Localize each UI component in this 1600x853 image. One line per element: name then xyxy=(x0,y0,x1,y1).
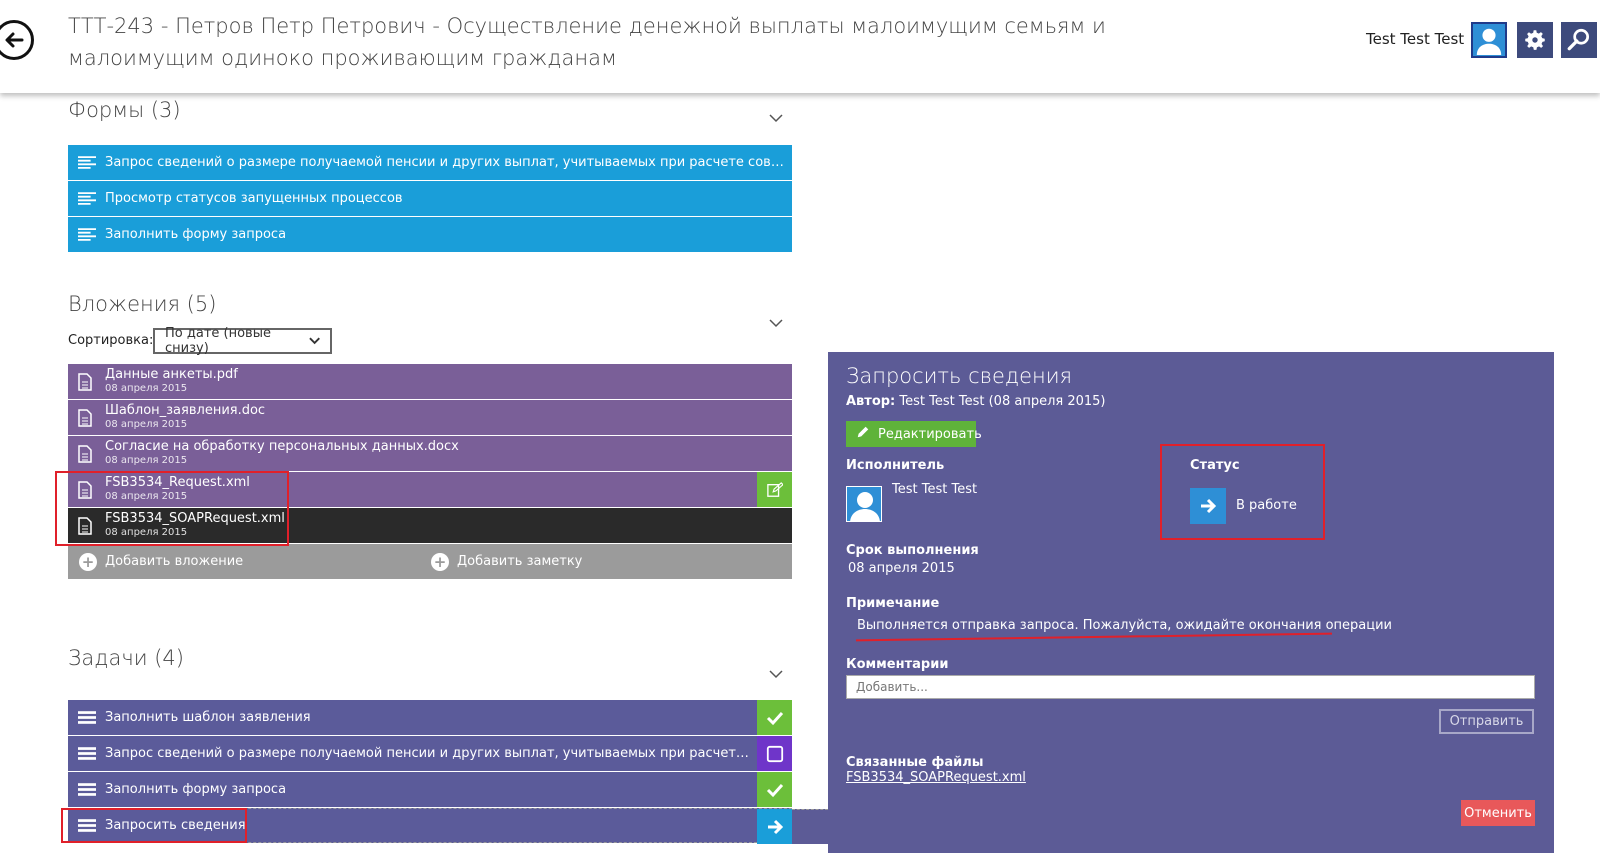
annotation-box xyxy=(1160,444,1325,540)
gear-icon[interactable] xyxy=(1517,22,1553,58)
document-icon xyxy=(78,444,98,463)
edit-button-label: Редактировать xyxy=(878,426,982,442)
note-label: Примечание xyxy=(846,596,940,611)
comments-label: Комментарии xyxy=(846,657,949,672)
plus-circle-icon: + xyxy=(79,552,97,571)
forms-section-title: Формы (3) xyxy=(68,98,181,122)
edit-button[interactable]: Редактировать xyxy=(846,421,982,447)
attachments-collapse-chevron-icon[interactable] xyxy=(768,315,784,331)
attachment-date: 08 апреля 2015 xyxy=(105,454,188,466)
document-icon xyxy=(78,372,98,391)
user-name: Test Test Test xyxy=(1366,30,1465,48)
add-note-button[interactable]: + Добавить заметку xyxy=(431,552,583,571)
form-item[interactable]: Просмотр статусов запущенных процессов xyxy=(68,181,792,216)
task-label: Заполнить шаблон заявления xyxy=(105,710,311,725)
due-date-label: Срок выполнения xyxy=(846,543,979,558)
add-attachment-label: Добавить вложение xyxy=(105,554,244,569)
author-label: Автор: xyxy=(846,394,896,409)
search-icon[interactable] xyxy=(1561,22,1597,58)
task-item[interactable]: Запрос сведений о размере получаемой пен… xyxy=(68,736,792,771)
note-value: Выполняется отправка запроса. Пожалуйста… xyxy=(857,618,1393,633)
task-list-icon xyxy=(78,711,98,724)
task-item[interactable]: Заполнить форму запроса xyxy=(68,772,792,807)
panel-title: Запросить сведения xyxy=(846,364,1072,388)
form-item-label: Запрос сведений о размере получаемой пен… xyxy=(105,155,792,170)
edit-attachment-icon[interactable] xyxy=(757,472,792,507)
executor-avatar-icon xyxy=(846,486,882,522)
form-item-label: Просмотр статусов запущенных процессов xyxy=(105,191,403,206)
task-item[interactable]: Заполнить шаблон заявления xyxy=(68,700,792,735)
task-label: Запрос сведений о размере получаемой пен… xyxy=(105,746,792,761)
comment-input[interactable]: Добавить... xyxy=(846,675,1535,699)
send-button[interactable]: Отправить xyxy=(1439,709,1534,734)
add-note-label: Добавить заметку xyxy=(457,554,583,569)
checkmark-icon[interactable] xyxy=(757,700,792,735)
list-lines-icon xyxy=(78,192,98,205)
page-title: ТТТ-243 - Петров Петр Петрович - Осущест… xyxy=(68,14,1106,70)
annotation-box xyxy=(61,808,247,843)
document-icon xyxy=(78,408,98,427)
task-detail-panel: Запросить сведения Автор: Test Test Test… xyxy=(828,352,1554,853)
add-attachment-button[interactable]: + Добавить вложение xyxy=(79,552,431,571)
attachment-item[interactable]: Согласие на обработку персональных данны… xyxy=(68,436,792,471)
back-arrow-icon[interactable] xyxy=(0,20,34,60)
cancel-button[interactable]: Отменить xyxy=(1461,800,1535,826)
attachments-footer: + Добавить вложение + Добавить заметку xyxy=(68,544,792,579)
sort-select[interactable]: По дате (новые снизу) xyxy=(153,326,332,356)
empty-checkbox-icon[interactable] xyxy=(757,736,792,771)
panel-connector xyxy=(792,809,828,844)
list-lines-icon xyxy=(78,156,98,169)
attachment-name: Шаблон_заявления.doc xyxy=(105,402,266,418)
panel-author: Автор: Test Test Test (08 апреля 2015) xyxy=(846,394,1105,409)
executor-name: Test Test Test xyxy=(892,482,978,497)
form-item[interactable]: Заполнить форму запроса xyxy=(68,217,792,252)
sort-label: Сортировка: xyxy=(68,333,154,348)
forms-list: Запрос сведений о размере получаемой пен… xyxy=(68,145,792,253)
task-list-icon xyxy=(78,783,98,796)
plus-circle-icon: + xyxy=(431,552,449,571)
forms-collapse-chevron-icon[interactable] xyxy=(768,110,784,126)
sort-select-value: По дате (новые снизу) xyxy=(165,326,271,356)
attachment-item[interactable]: Шаблон_заявления.doc 08 апреля 2015 xyxy=(68,400,792,435)
linked-files-label: Связанные файлы xyxy=(846,755,984,770)
top-header: ТТТ-243 - Петров Петр Петрович - Осущест… xyxy=(0,0,1600,93)
attachment-item[interactable]: Данные анкеты.pdf 08 апреля 2015 xyxy=(68,364,792,399)
checkmark-icon[interactable] xyxy=(757,772,792,807)
form-item-label: Заполнить форму запроса xyxy=(105,227,287,242)
executor-label: Исполнитель xyxy=(846,458,945,473)
tasks-section-title: Задачи (4) xyxy=(68,646,184,670)
list-lines-icon xyxy=(78,228,98,241)
attachments-section-title: Вложения (5) xyxy=(68,292,217,316)
attachment-date: 08 апреля 2015 xyxy=(105,418,188,430)
linked-file-link[interactable]: FSB3534_SOAPRequest.xml xyxy=(846,770,1026,785)
due-date-value: 08 апреля 2015 xyxy=(848,561,955,576)
pencil-icon xyxy=(856,425,870,443)
attachment-name: Данные анкеты.pdf xyxy=(105,366,238,382)
tasks-collapse-chevron-icon[interactable] xyxy=(768,666,784,682)
user-avatar-icon[interactable] xyxy=(1471,22,1507,58)
attachment-name: Согласие на обработку персональных данны… xyxy=(105,438,459,454)
arrow-right-icon[interactable] xyxy=(757,809,792,844)
task-list-icon xyxy=(78,747,98,760)
annotation-box xyxy=(55,471,289,546)
chevron-down-icon xyxy=(309,337,320,345)
form-item[interactable]: Запрос сведений о размере получаемой пен… xyxy=(68,145,792,180)
author-value: Test Test Test (08 апреля 2015) xyxy=(899,394,1106,409)
attachment-date: 08 апреля 2015 xyxy=(105,382,188,394)
task-label: Заполнить форму запроса xyxy=(105,782,287,797)
